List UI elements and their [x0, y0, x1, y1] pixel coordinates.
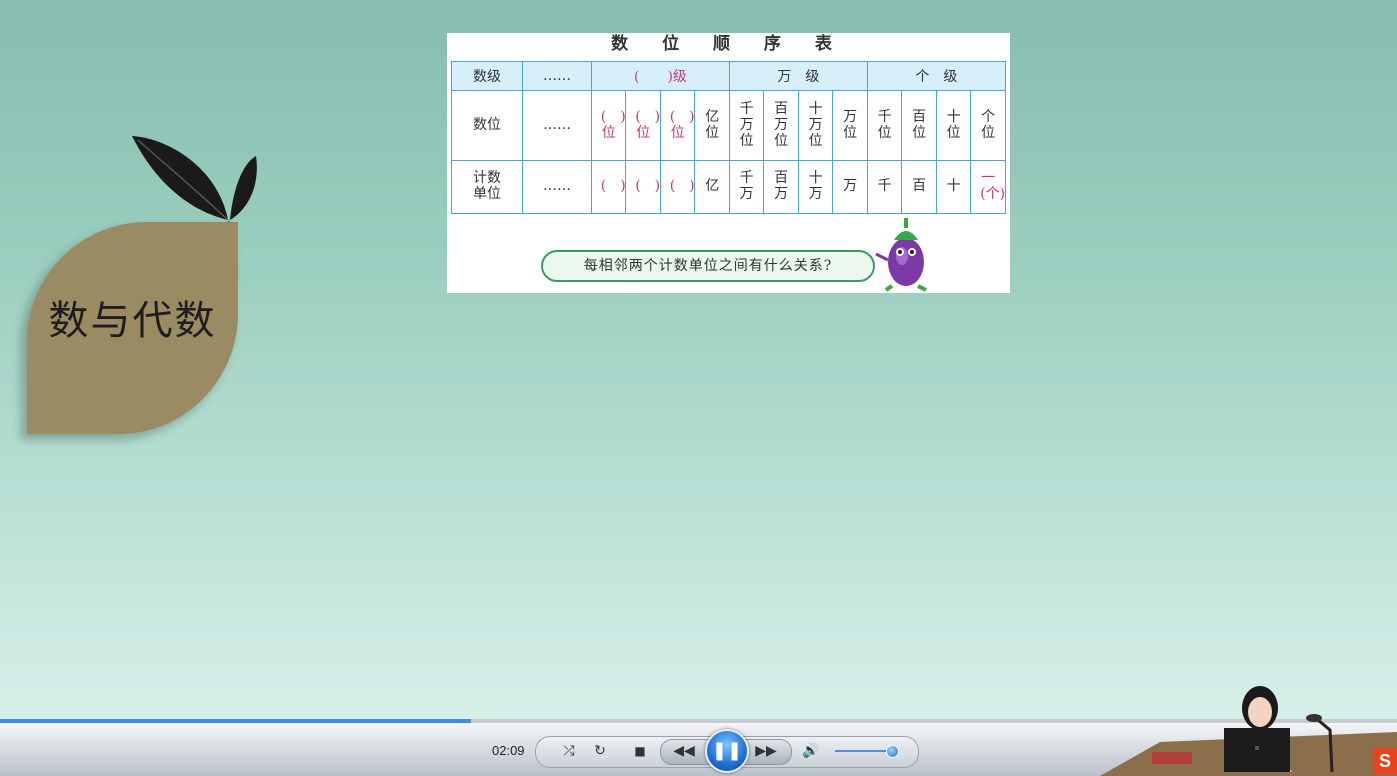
repeat-icon[interactable]: ↻	[588, 740, 612, 762]
table-cell: ( )位	[659, 90, 696, 161]
place-value-table: 数级 …… ( )级 万 级 个 级 数位 …… ( )位 ( )位 ( )位 …	[450, 60, 1007, 215]
table-cell: 十	[935, 159, 972, 215]
table-cell: 亿位	[694, 90, 730, 161]
shuffle-icon[interactable]: ⤮	[557, 740, 581, 762]
table-cell: ( )位	[625, 90, 661, 161]
speech-bubble: 每相邻两个计数单位之间有什么关系?	[541, 250, 875, 282]
table-cell: 万位	[832, 90, 868, 161]
table-cell: 千万	[728, 159, 765, 215]
video-frame[interactable]: 数与代数 数 位 顺 序 表 数级 …… ( )级 万 级 个 级 数位 …… …	[0, 0, 1397, 720]
table-cell: 个位	[970, 90, 1006, 161]
header-cell: 万 级	[728, 60, 868, 92]
pause-icon[interactable]: ❚❚	[705, 729, 749, 773]
table-cell: 百位	[901, 90, 937, 161]
table-cell: 十位	[935, 90, 972, 161]
table-cell: ( )	[659, 159, 696, 215]
table-cell: ( )	[625, 159, 661, 215]
header-cell: 个 级	[866, 60, 1007, 92]
table-cell: 千	[866, 159, 903, 215]
table-cell: 百万	[763, 159, 799, 215]
table-cell: 万	[832, 159, 868, 215]
presenter-webcam	[1100, 686, 1397, 776]
header-cell: ……	[522, 60, 592, 92]
row-dots: ……	[522, 159, 592, 215]
section-title: 数与代数	[48, 298, 217, 344]
table-row: 计数单位 …… ( ) ( ) ( ) 亿 千万 百万 十万 万 千 百 十 一…	[450, 159, 1006, 215]
header-cell: ( )级	[591, 60, 730, 92]
table-cell: 十万	[797, 159, 834, 215]
table-cell: 百万位	[763, 90, 799, 161]
header-cell: 数级	[450, 60, 524, 92]
fast-forward-icon[interactable]: ▶▶	[754, 740, 778, 762]
table-header-row: 数级 …… ( )级 万 级 个 级	[450, 60, 1007, 92]
table-cell: 亿	[694, 159, 730, 215]
row-label: 数位	[450, 90, 524, 161]
table-cell: 百	[901, 159, 937, 215]
slide-image: 数 位 顺 序 表 数级 …… ( )级 万 级 个 级 数位 …… ( )位 …	[447, 33, 1010, 293]
table-cell: 一(个)	[970, 159, 1006, 215]
table-cell: ( )	[590, 159, 627, 215]
row-label: 计数单位	[450, 159, 524, 215]
time-display: 02:09	[492, 743, 525, 758]
table-row: 数位 …… ( )位 ( )位 ( )位 亿位 千万位 百万位 十万位 万位 千…	[450, 90, 1006, 161]
row-dots: ……	[522, 90, 592, 161]
section-leaf: 数与代数	[20, 128, 265, 448]
app-logo-icon[interactable]: S	[1373, 748, 1397, 774]
stop-icon[interactable]: ■	[628, 740, 652, 762]
volume-icon[interactable]: 🔊	[799, 740, 823, 762]
rewind-icon[interactable]: ◀◀	[672, 740, 696, 762]
volume-knob[interactable]	[885, 745, 899, 758]
leaves-icon	[132, 136, 257, 226]
table-cell: 十万位	[797, 90, 834, 161]
table-cell: 千万位	[728, 90, 765, 161]
table-cell: 千位	[866, 90, 903, 161]
table-title: 数 位 顺 序 表	[611, 34, 846, 54]
table-cell: ( )位	[590, 90, 627, 161]
eggplant-mascot-icon	[875, 218, 927, 292]
